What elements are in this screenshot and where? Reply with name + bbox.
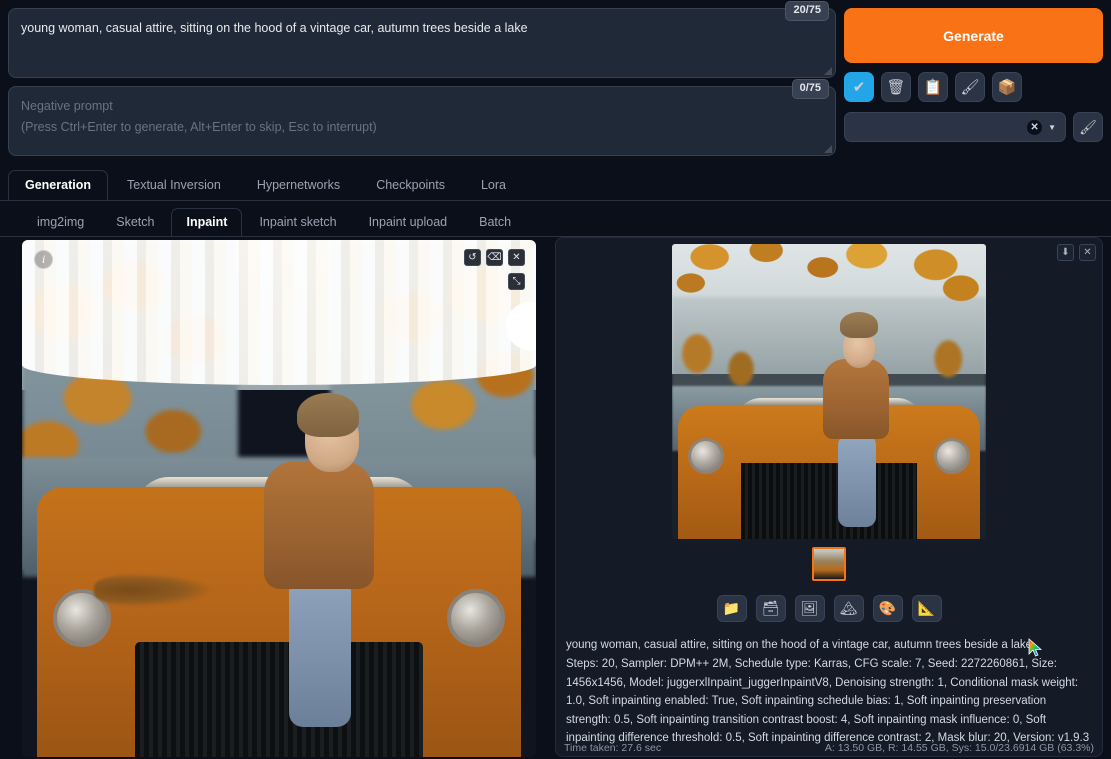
thumbnail-item[interactable]: [812, 547, 846, 582]
resize-grip-icon[interactable]: [823, 144, 832, 153]
tab-generation[interactable]: Generation: [8, 170, 108, 200]
inpaint-canvas-pane: i ↺ ⌫ ✕ ⤡: [8, 237, 545, 757]
result-person-jacket: [822, 358, 889, 439]
result-toolbar: 📁 🗃 🖼 🏔 🎨 📐: [564, 595, 1094, 623]
headlight-right: [447, 589, 506, 647]
clipboard-icon[interactable]: 📋: [918, 72, 948, 102]
subtab-inpaint-upload[interactable]: Inpaint upload: [354, 208, 463, 236]
result-headlight-left: [687, 438, 724, 475]
info-icon[interactable]: i: [34, 250, 53, 269]
generate-button[interactable]: Generate: [844, 8, 1103, 63]
tab-lora[interactable]: Lora: [464, 170, 523, 200]
checkbox-icon[interactable]: ✔: [844, 72, 874, 102]
result-pane: ⬇ ✕ 📁 🗃 🖼 🏔 🎨 📐 young woman, casual atti…: [555, 237, 1103, 757]
inpaint-mask-overlay[interactable]: [22, 240, 536, 385]
subtab-inpaint-sketch[interactable]: Inpaint sketch: [244, 208, 351, 236]
expand-icon[interactable]: ⤡: [508, 273, 525, 290]
subtab-inpaint[interactable]: Inpaint: [171, 208, 243, 236]
result-person-hair: [839, 312, 878, 339]
tab-hypernetworks[interactable]: Hypernetworks: [240, 170, 357, 200]
close-icon[interactable]: ✕: [1079, 244, 1096, 261]
box-glyph: 📦: [997, 79, 1017, 96]
subtab-sketch[interactable]: Sketch: [101, 208, 169, 236]
status-bar: Time taken: 27.6 sec A: 13.50 GB, R: 14.…: [564, 742, 1094, 754]
result-car-grille: [741, 462, 917, 540]
result-top-buttons: ⬇ ✕: [1057, 244, 1096, 261]
folder-icon[interactable]: 📁: [716, 595, 747, 623]
prompt-token-counter: 20/75: [785, 1, 829, 21]
sub-tabbar: img2img Sketch Inpaint Inpaint sketch In…: [0, 207, 1111, 237]
person-hair: [296, 393, 359, 437]
car-grille: [135, 642, 423, 757]
negative-prompt-token-counter: 0/75: [791, 79, 829, 99]
paintbrush-icon[interactable]: 🖌: [955, 72, 985, 102]
inpaint-canvas[interactable]: i ↺ ⌫ ✕ ⤡: [22, 240, 536, 757]
main-content: i ↺ ⌫ ✕ ⤡ ⬇ ✕ 📁 🗃 🖼 🏔 🎨 📐 young woman, c…: [0, 237, 1111, 757]
quick-action-row: ✔ 🗑 📋 🖌 📦: [844, 72, 1103, 102]
leaves-on-hood: [93, 573, 214, 607]
resize-grip-icon[interactable]: [823, 66, 832, 75]
main-tabbar: Generation Textual Inversion Hypernetwor…: [0, 168, 1111, 201]
send-extras-icon[interactable]: 🎨: [872, 595, 903, 623]
prompt-row: 20/75 young woman, casual attire, sittin…: [0, 0, 1111, 160]
result-person-jeans: [838, 435, 877, 528]
memory-usage-label: A: 13.50 GB, R: 14.55 GB, Sys: 15.0/23.6…: [824, 742, 1094, 754]
params-settings-line: Steps: 20, Sampler: DPM++ 2M, Schedule t…: [566, 657, 1090, 745]
checkbox-glyph: ✔: [852, 79, 866, 96]
negative-prompt-input[interactable]: 0/75 Negative prompt (Press Ctrl+Enter t…: [8, 79, 836, 156]
download-icon[interactable]: ⬇: [1057, 244, 1074, 261]
paintbrush-glyph: 🖌: [960, 79, 980, 96]
prompt-input[interactable]: 20/75 young woman, casual attire, sittin…: [8, 1, 836, 78]
generation-parameters: young woman, casual attire, sitting on t…: [564, 636, 1094, 748]
time-taken-label: Time taken: 27.6 sec: [564, 742, 662, 754]
prompt-text: young woman, casual attire, sitting on t…: [21, 21, 528, 35]
save-zip-icon[interactable]: 🗃: [755, 595, 786, 623]
result-image[interactable]: [672, 244, 986, 540]
negative-prompt-placeholder-2: (Press Ctrl+Enter to generate, Alt+Enter…: [21, 120, 377, 135]
styles-row: ✕ ▼ 🖌: [844, 112, 1103, 142]
close-icon[interactable]: ✕: [508, 249, 525, 266]
result-canopy: [672, 244, 986, 374]
person-jacket: [263, 461, 374, 589]
person-jeans: [289, 577, 352, 727]
generate-column: Generate ✔ 🗑 📋 🖌 📦 ✕ ▼ 🖌: [844, 8, 1103, 160]
send-img2img-icon[interactable]: 🖼: [794, 595, 825, 623]
params-prompt-line: young woman, casual attire, sitting on t…: [566, 639, 1033, 652]
send-inpaint-icon[interactable]: 🏔: [833, 595, 864, 623]
negative-prompt-placeholder-1: Negative prompt: [21, 99, 113, 113]
ruler-icon[interactable]: 📐: [911, 595, 942, 623]
sd-webui-app: 20/75 young woman, casual attire, sittin…: [0, 0, 1111, 759]
trash-icon[interactable]: 🗑: [881, 72, 911, 102]
trash-glyph: 🗑: [886, 79, 906, 96]
undo-icon[interactable]: ↺: [464, 249, 481, 266]
edit-styles-button[interactable]: 🖌: [1073, 112, 1103, 142]
prompt-column: 20/75 young woman, casual attire, sittin…: [8, 1, 836, 160]
subtab-img2img[interactable]: img2img: [22, 208, 99, 236]
tab-checkpoints[interactable]: Checkpoints: [359, 170, 462, 200]
subtab-batch[interactable]: Batch: [464, 208, 526, 236]
box-icon[interactable]: 📦: [992, 72, 1022, 102]
styles-dropdown[interactable]: ✕ ▼: [844, 112, 1066, 142]
chevron-down-icon[interactable]: ▼: [1048, 123, 1056, 132]
pencil-icon: 🖌: [1079, 118, 1097, 135]
clear-styles-icon[interactable]: ✕: [1027, 119, 1043, 135]
eraser-icon[interactable]: ⌫: [486, 249, 503, 266]
thumbnail-strip: [564, 547, 1094, 582]
canvas-toolbar: ↺ ⌫ ✕: [464, 249, 525, 266]
clipboard-glyph: 📋: [923, 79, 943, 96]
tab-textual-inversion[interactable]: Textual Inversion: [110, 170, 238, 200]
